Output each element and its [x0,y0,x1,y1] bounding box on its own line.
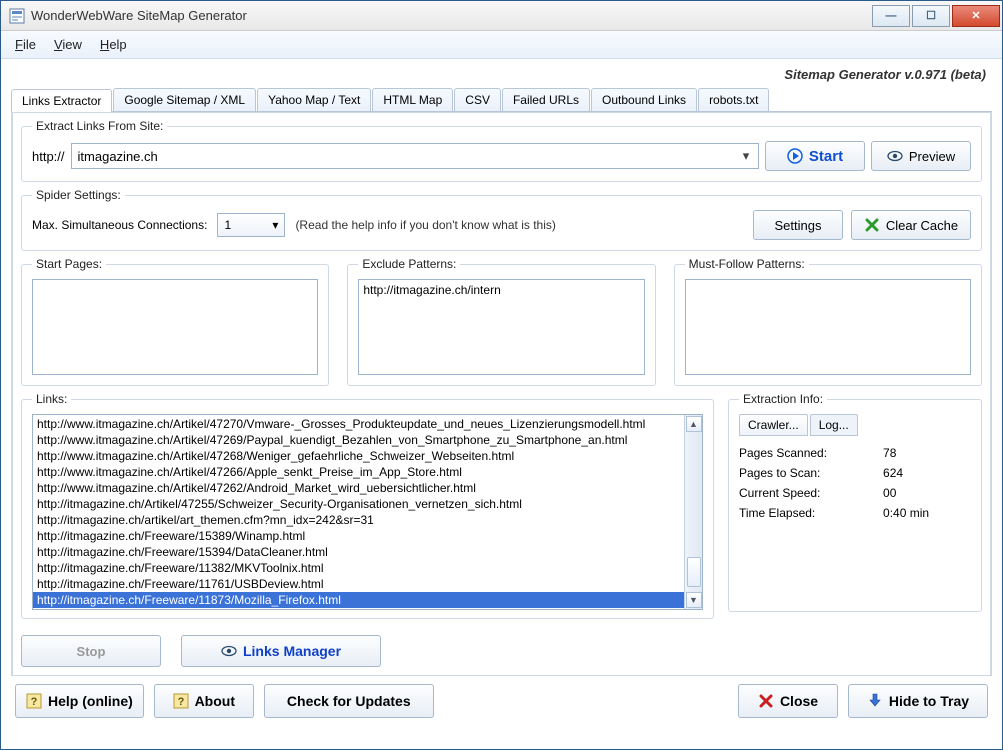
tab-outbound-links[interactable]: Outbound Links [591,88,697,111]
list-item[interactable]: http://itmagazine.ch/Freeware/15389/Wina… [33,528,684,544]
spider-legend: Spider Settings: [32,188,125,202]
url-value: itmagazine.ch [78,149,158,164]
extraction-info-legend: Extraction Info: [739,392,827,406]
start-button[interactable]: Start [765,141,865,171]
tab-yahoo-map-text[interactable]: Yahoo Map / Text [257,88,371,111]
spider-note: (Read the help info if you don't know wh… [295,218,555,232]
menu-file[interactable]: File [15,37,36,52]
tab-google-sitemap-xml[interactable]: Google Sitemap / XML [113,88,256,111]
app-icon [9,8,25,24]
stop-button[interactable]: Stop [21,635,161,667]
extract-legend: Extract Links From Site: [32,119,167,133]
extract-group: Extract Links From Site: http:// itmagaz… [21,119,982,182]
tab-failed-urls[interactable]: Failed URLs [502,88,590,111]
extraction-info-group: Extraction Info: Crawler... Log... Pages… [728,392,982,612]
links-listbox[interactable]: http://www.itmagazine.ch/Artikel/47270/V… [32,414,703,610]
tab-csv[interactable]: CSV [454,88,501,111]
list-item[interactable]: http://www.itmagazine.ch/Artikel/47262/A… [33,480,684,496]
check-updates-button[interactable]: Check for Updates [264,684,434,718]
list-item[interactable]: http://www.itmagazine.ch/Artikel/47266/A… [33,464,684,480]
exclude-patterns-legend: Exclude Patterns: [358,257,460,271]
window-title: WonderWebWare SiteMap Generator [31,8,247,23]
list-item[interactable]: http://itmagazine.ch/Artikel/47255/Schwe… [33,496,684,512]
must-follow-group: Must-Follow Patterns: [674,257,982,386]
preview-button[interactable]: Preview [871,141,971,171]
titlebar: WonderWebWare SiteMap Generator — ☐ ✕ [1,1,1002,31]
list-item[interactable]: http://itmagazine.ch/Freeware/11873/Mozi… [33,592,684,608]
list-item[interactable]: http://itmagazine.ch/artikel/art_themen.… [33,512,684,528]
tab-crawler[interactable]: Crawler... [739,414,808,436]
tab-log[interactable]: Log... [810,414,858,436]
bottom-bar: ? Help (online) ? About Check for Update… [11,676,992,722]
start-pages-legend: Start Pages: [32,257,106,271]
max-conn-label: Max. Simultaneous Connections: [32,218,207,232]
info-grid: Pages Scanned: 78 Pages to Scan: 624 Current… [739,446,971,520]
close-button[interactable]: Close [738,684,838,718]
info-value: 0:40 min [883,506,971,520]
info-key: Pages to Scan: [739,466,869,480]
menu-bar: File View Help [1,31,1002,59]
x-icon [758,693,774,709]
links-legend: Links: [32,392,71,406]
tab-robots-txt[interactable]: robots.txt [698,88,769,111]
info-key: Current Speed: [739,486,869,500]
must-follow-legend: Must-Follow Patterns: [685,257,809,271]
list-item[interactable]: http://itmagazine.ch/Freeware/11382/MKVT… [33,560,684,576]
clear-cache-button[interactable]: Clear Cache [851,210,971,240]
chevron-down-icon[interactable]: ▾ [738,148,754,164]
links-manager-button[interactable]: Links Manager [181,635,381,667]
version-label: Sitemap Generator v.0.971 (beta) [11,59,992,86]
info-key: Time Elapsed: [739,506,869,520]
info-key: Pages Scanned: [739,446,869,460]
scroll-thumb[interactable] [687,557,701,587]
must-follow-input[interactable] [685,279,971,375]
help-icon: ? [26,693,42,709]
tab-body-links-extractor: Extract Links From Site: http:// itmagaz… [12,113,991,676]
menu-view[interactable]: View [54,37,82,52]
settings-button[interactable]: Settings [753,210,843,240]
info-value: 78 [883,446,971,460]
list-item[interactable]: http://www.itmagazine.ch/Artikel/47270/V… [33,416,684,432]
start-pages-group: Start Pages: [21,257,329,386]
links-group: Links: http://www.itmagazine.ch/Artikel/… [21,392,714,619]
close-window-button[interactable]: ✕ [952,5,1000,27]
scrollbar[interactable]: ▲ ▼ [684,415,702,609]
start-pages-input[interactable] [32,279,318,375]
exclude-patterns-input[interactable]: http://itmagazine.ch/intern [358,279,644,375]
tab-strip: Links ExtractorGoogle Sitemap / XMLYahoo… [11,88,992,112]
tab-links-extractor[interactable]: Links Extractor [11,89,112,112]
protocol-label: http:// [32,149,65,164]
exclude-patterns-group: Exclude Patterns: http://itmagazine.ch/i… [347,257,655,386]
tab-html-map[interactable]: HTML Map [372,88,453,111]
eye-icon [221,643,237,659]
url-input[interactable]: itmagazine.ch ▾ [71,143,759,169]
max-conn-select[interactable]: 1 ▾ [217,213,285,237]
eye-icon [887,148,903,164]
tray-icon [867,693,883,709]
about-button[interactable]: ? About [154,684,254,718]
svg-text:?: ? [177,696,184,708]
minimize-button[interactable]: — [872,5,910,27]
list-item[interactable]: http://itmagazine.ch/Freeware/15394/Data… [33,544,684,560]
list-item[interactable]: http://www.itmagazine.ch/Artikel/47269/P… [33,432,684,448]
play-icon [787,148,803,164]
info-value: 624 [883,466,971,480]
list-item[interactable]: http://www.itmagazine.ch/Artikel/47268/W… [33,448,684,464]
help-online-button[interactable]: ? Help (online) [15,684,144,718]
info-value: 00 [883,486,971,500]
scroll-up-icon[interactable]: ▲ [686,416,702,432]
chevron-down-icon: ▾ [272,218,278,232]
help-icon: ? [173,693,189,709]
spider-group: Spider Settings: Max. Simultaneous Conne… [21,188,982,251]
menu-help[interactable]: Help [100,37,127,52]
scroll-down-icon[interactable]: ▼ [686,592,702,608]
list-item[interactable]: http://itmagazine.ch/Freeware/11761/USBD… [33,576,684,592]
svg-text:?: ? [31,696,38,708]
maximize-button[interactable]: ☐ [912,5,950,27]
x-icon [864,217,880,233]
hide-to-tray-button[interactable]: Hide to Tray [848,684,988,718]
